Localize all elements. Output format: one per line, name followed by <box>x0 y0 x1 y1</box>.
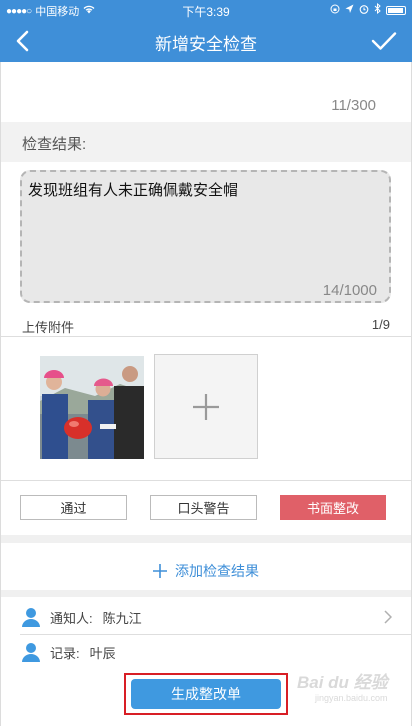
section-separator <box>1 590 411 597</box>
check-result-counter: 14/1000 <box>322 282 377 299</box>
notify-label: 通知人: <box>50 610 93 626</box>
add-attachment-button[interactable] <box>154 354 258 459</box>
written-rectification-button[interactable]: 书面整改 <box>280 495 386 520</box>
plus-icon <box>193 393 219 420</box>
checkmark-icon <box>371 32 397 50</box>
status-right <box>330 2 406 17</box>
photos-divider <box>1 480 411 481</box>
description-counter: 11/300 <box>331 97 376 114</box>
location-icon <box>345 4 354 17</box>
confirm-button[interactable] <box>368 26 400 56</box>
record-person-row: 记录: 叶辰 <box>22 640 116 664</box>
alarm-icon <box>359 4 369 17</box>
record-label: 记录: <box>50 645 80 661</box>
watermark-brand: Bai du 经验 <box>297 673 388 692</box>
pass-button[interactable]: 通过 <box>20 495 127 520</box>
record-name: 叶辰 <box>89 645 116 661</box>
row-divider <box>20 634 411 635</box>
add-check-result-label: 添加检查结果 <box>175 563 259 579</box>
check-result-label: 检查结果: <box>22 136 87 153</box>
workers-photo-image <box>40 356 144 459</box>
baidu-watermark: Bai du 经验 jingyan.baidu.com <box>297 668 407 716</box>
add-check-result-button[interactable]: 添加检查结果 <box>0 560 412 582</box>
section-separator <box>1 535 411 543</box>
attachments-count: 1/9 <box>371 317 390 332</box>
person-icon <box>22 608 40 627</box>
generate-rectification-button[interactable]: 生成整改单 <box>131 679 281 709</box>
person-icon <box>22 643 40 662</box>
attachments-divider <box>1 336 411 337</box>
attachments-label: 上传附件 <box>22 320 75 335</box>
status-bar: ●●●●○ 中国移动 下午3:39 <box>0 0 412 20</box>
attachment-photo[interactable] <box>40 356 144 459</box>
check-result-text: 发现班组有人未正确佩戴安全帽 <box>28 182 239 199</box>
check-result-input[interactable]: 发现班组有人未正确佩戴安全帽 14/1000 <box>20 170 391 303</box>
notify-person-row[interactable]: 通知人: 陈九江 <box>22 605 142 629</box>
bluetooth-icon <box>374 2 381 17</box>
battery-icon <box>386 5 406 15</box>
watermark-url: jingyan.baidu.com <box>315 693 388 703</box>
verbal-warning-button[interactable]: 口头警告 <box>150 495 257 520</box>
lock-rotation-icon <box>330 4 340 17</box>
page-title: 新增安全检查 <box>155 35 257 54</box>
chevron-right-icon[interactable] <box>384 610 393 629</box>
plus-icon <box>153 564 167 578</box>
nav-bar: 新增安全检查 <box>0 20 412 62</box>
notify-name: 陈九江 <box>102 610 142 626</box>
